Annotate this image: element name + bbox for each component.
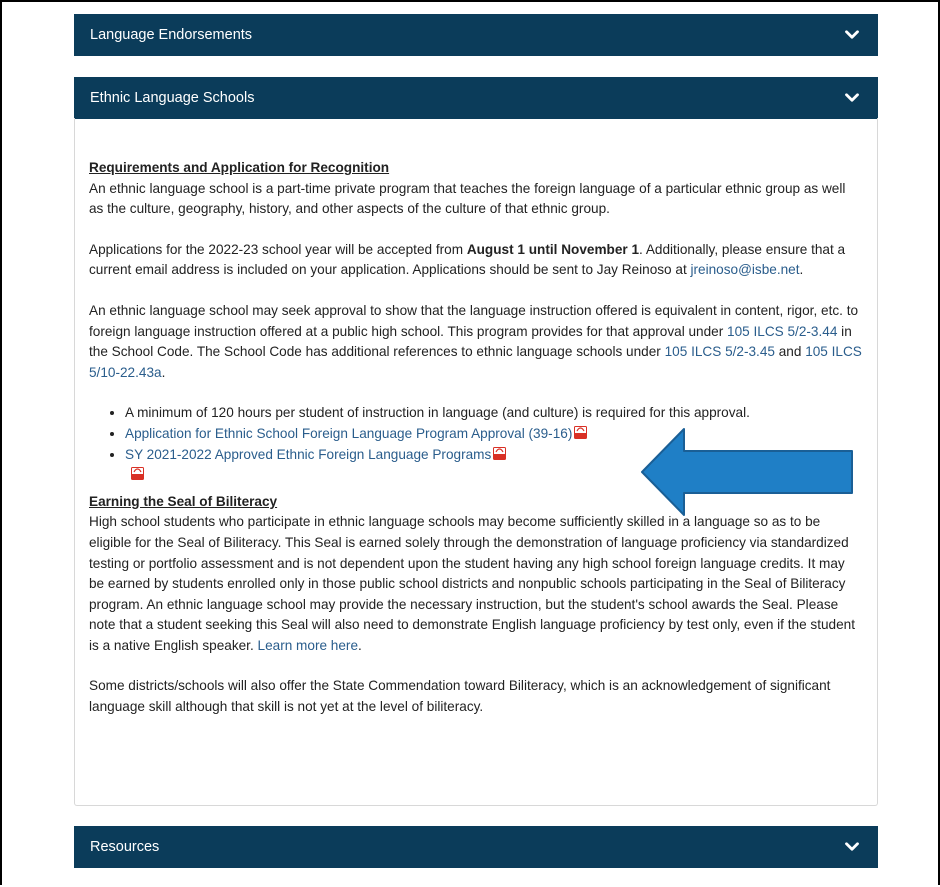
chevron-down-icon <box>844 839 860 855</box>
accordion-ethnic-language-schools[interactable]: Ethnic Language Schools <box>74 77 878 119</box>
commendation-paragraph: Some districts/schools will also offer t… <box>89 678 831 715</box>
ilcs-2-3-45-link[interactable]: 105 ILCS 5/2-3.45 <box>665 344 775 359</box>
approved-programs-link[interactable]: SY 2021-2022 Approved Ethnic Foreign Lan… <box>125 447 491 462</box>
accordion-title: Ethnic Language Schools <box>90 90 255 106</box>
pdf-icon[interactable] <box>574 425 588 439</box>
ilcs-2-3-44-link[interactable]: 105 ILCS 5/2-3.44 <box>727 324 837 339</box>
requirements-heading: Requirements and Application for Recogni… <box>89 160 390 175</box>
arrow-left-icon <box>641 428 853 516</box>
accordion-title: Resources <box>90 839 160 855</box>
accordion-language-endorsements[interactable]: Language Endorsements <box>74 14 878 56</box>
email-link[interactable]: jreinoso@isbe.net <box>691 262 800 277</box>
text: . <box>799 262 804 278</box>
text: and <box>774 344 806 360</box>
intro-paragraph: An ethnic language school is a part-time… <box>89 180 846 217</box>
approval-paragraph: An ethnic language school may seek appro… <box>89 301 863 383</box>
accordion-title: Language Endorsements <box>90 27 253 43</box>
application-form-link[interactable]: Application for Ethnic School Foreign La… <box>125 426 572 441</box>
pdf-icon[interactable] <box>131 466 144 481</box>
applications-paragraph: Applications for the 2022-23 school year… <box>89 240 863 281</box>
chevron-down-icon <box>844 90 860 106</box>
list-item: A minimum of 120 hours per student of in… <box>125 403 863 424</box>
chevron-down-icon <box>844 27 860 43</box>
text: High school students who participate in … <box>89 514 856 653</box>
date-range: August 1 until November 1 <box>466 241 640 257</box>
pdf-icon[interactable] <box>493 446 507 460</box>
hours-requirement: A minimum of 120 hours per student of in… <box>125 405 750 421</box>
text: . <box>358 637 362 653</box>
text: Applications for the 2022-23 school year… <box>89 241 467 257</box>
learn-more-link[interactable]: Learn more here <box>258 638 359 653</box>
biliteracy-paragraph: High school students who participate in … <box>89 512 863 656</box>
text: . <box>161 364 166 380</box>
accordion-resources[interactable]: Resources <box>74 826 878 868</box>
